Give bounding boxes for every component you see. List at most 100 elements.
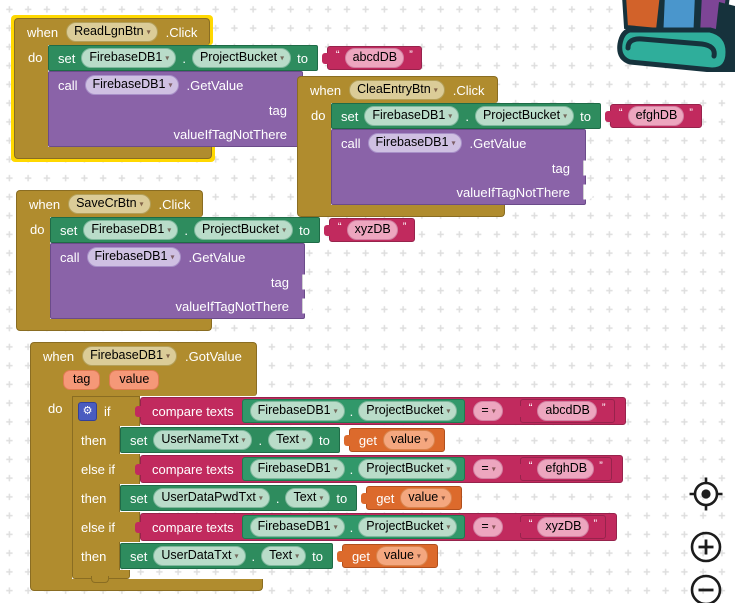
set-projectbucket-block[interactable]: set FirebaseDB1 ▾ . ProjectBucket ▾ to [50, 217, 320, 243]
param-label: tag [268, 102, 287, 118]
text-string-block[interactable]: “ abcdDB ” [321, 46, 422, 70]
property-getter-block[interactable]: FirebaseDB1 ▾ . ProjectBucket ▾ [241, 399, 466, 423]
mutator-gear-icon[interactable]: ⚙ [78, 402, 97, 421]
if-else-block[interactable]: ⚙ if compare texts FirebaseDB1 ▾ . Proje… [72, 396, 626, 583]
text-value-field[interactable]: abcdDB [537, 401, 597, 421]
set-label: set [130, 548, 148, 564]
set-projectbucket-block[interactable]: set FirebaseDB1 ▾ . ProjectBucket ▾ to [48, 45, 318, 71]
close-quote-icon: ” [599, 460, 603, 472]
empty-socket[interactable] [583, 184, 593, 200]
compare-texts-label: compare texts [152, 519, 234, 535]
component-dropdown[interactable]: UserNameTxt ▾ [153, 430, 253, 450]
get-variable-block[interactable]: get value ▾ [343, 428, 445, 452]
variable-dropdown[interactable]: value ▾ [382, 430, 435, 450]
property-dropdown[interactable]: ProjectBucket ▾ [358, 401, 458, 421]
property-dropdown[interactable]: Text ▾ [285, 488, 331, 508]
when-firebasedb1-gotvalue-block[interactable]: when FirebaseDB1 ▾ .GotValue tag value d… [30, 342, 626, 591]
text-string-block[interactable]: “ efghDB ” [514, 457, 612, 481]
compare-texts-block[interactable]: compare texts FirebaseDB1 ▾ . ProjectBuc… [134, 513, 618, 541]
event-component-dropdown[interactable]: CleaEntryBtn ▾ [349, 80, 445, 100]
event-component-dropdown[interactable]: ReadLgnBtn ▾ [66, 22, 158, 42]
text-string-block[interactable]: “ abcdDB ” [514, 399, 615, 423]
component-dropdown[interactable]: UserDataPwdTxt ▾ [153, 488, 270, 508]
component-dropdown[interactable]: FirebaseDB1 ▾ [367, 133, 463, 153]
zoom-in-button[interactable] [690, 531, 722, 563]
event-param-tag[interactable]: tag [63, 370, 101, 390]
event-param-value[interactable]: value [109, 370, 160, 390]
call-getvalue-block[interactable]: call FirebaseDB1 ▾ .GetValue tag valueIf… [48, 71, 310, 147]
component-dropdown[interactable]: FirebaseDB1 ▾ [81, 48, 177, 68]
when-label: when [27, 24, 59, 40]
compare-texts-block[interactable]: compare texts FirebaseDB1 ▾ . ProjectBuc… [135, 455, 623, 483]
property-getter-block[interactable]: FirebaseDB1 ▾ . ProjectBucket ▾ [241, 515, 466, 539]
component-dropdown[interactable]: FirebaseDB1 ▾ [83, 220, 179, 240]
chevron-down-icon: ▾ [168, 80, 173, 90]
property-dropdown[interactable]: ProjectBucket ▾ [191, 48, 292, 68]
get-variable-block[interactable]: get value ▾ [361, 486, 463, 510]
zoom-out-button[interactable] [690, 574, 722, 603]
property-dropdown[interactable]: Text ▾ [268, 430, 314, 450]
text-value: abcdDB [352, 50, 398, 64]
variable-dropdown[interactable]: value ▾ [400, 488, 453, 508]
get-variable-block[interactable]: get value ▾ [336, 544, 438, 568]
text-value: abcdDB [545, 403, 590, 417]
then-label-cell: then [72, 542, 120, 570]
text-string-block[interactable]: “ xyzDB ” [514, 515, 607, 539]
component-dropdown[interactable]: FirebaseDB1 ▾ [249, 459, 345, 479]
backpack-icon[interactable] [616, 0, 735, 72]
text-value-field[interactable]: efghDB [537, 459, 595, 479]
operator-dropdown[interactable]: = ▾ [473, 401, 503, 421]
text-string-block[interactable]: “ xyzDB ” [323, 218, 416, 242]
open-quote-icon: “ [335, 49, 340, 61]
property-dropdown[interactable]: ProjectBucket ▾ [358, 517, 458, 537]
text-string-block[interactable]: “ efghDB ” [604, 104, 702, 128]
text-value-field[interactable]: efghDB [627, 106, 685, 126]
event-name-label: .GotValue [185, 348, 242, 364]
component-name: FirebaseDB1 [89, 50, 163, 64]
event-block-header[interactable]: when CleaEntryBtn ▾ .Click [297, 76, 498, 103]
compare-texts-block[interactable]: compare texts FirebaseDB1 ▾ . ProjectBuc… [135, 397, 626, 425]
event-block-header[interactable]: when SaveCrBtn ▾ .Click [16, 190, 204, 217]
component-dropdown[interactable]: UserDataTxt ▾ [153, 546, 246, 566]
property-name: ProjectBucket [201, 222, 280, 236]
property-name: ProjectBucket [366, 403, 444, 417]
when-savecrbtn-click-block[interactable]: when SaveCrBtn ▾ .Click do set FirebaseD… [16, 190, 416, 331]
event-component-dropdown[interactable]: FirebaseDB1 ▾ [82, 346, 178, 366]
event-name-label: .Click [452, 82, 485, 98]
when-label: when [310, 82, 342, 98]
event-block-header[interactable]: when ReadLgnBtn ▾ .Click [14, 18, 211, 45]
empty-socket[interactable] [302, 298, 312, 314]
event-component-dropdown[interactable]: SaveCrBtn ▾ [68, 194, 151, 214]
blocks-workspace[interactable]: when ReadLgnBtn ▾ .Click do set Firebase… [0, 0, 735, 603]
variable-dropdown[interactable]: value ▾ [376, 546, 428, 566]
operator-dropdown[interactable]: = ▾ [473, 517, 503, 537]
component-dropdown[interactable]: FirebaseDB1 ▾ [249, 401, 345, 421]
component-dropdown[interactable]: FirebaseDB1 ▾ [84, 75, 180, 95]
text-value-field[interactable]: xyzDB [537, 517, 589, 537]
text-value-field[interactable]: abcdDB [344, 48, 405, 68]
property-dropdown[interactable]: ProjectBucket ▾ [358, 459, 458, 479]
empty-socket[interactable] [583, 160, 593, 176]
to-label: to [336, 490, 348, 506]
text-value-field[interactable]: xyzDB [346, 220, 398, 240]
property-dropdown[interactable]: Text ▾ [261, 546, 307, 566]
set-text-block[interactable]: set UserDataTxt ▾ . Text ▾ to [120, 543, 333, 569]
property-dropdown[interactable]: ProjectBucket ▾ [193, 220, 294, 240]
empty-socket[interactable] [302, 274, 312, 290]
component-dropdown[interactable]: FirebaseDB1 ▾ [249, 517, 345, 537]
set-text-block[interactable]: set UserNameTxt ▾ . Text ▾ to [120, 427, 340, 453]
component-dropdown[interactable]: FirebaseDB1 ▾ [86, 247, 182, 267]
operator-dropdown[interactable]: = ▾ [473, 459, 503, 479]
set-text-block[interactable]: set UserDataPwdTxt ▾ . Text ▾ to [120, 485, 358, 511]
event-block-header[interactable]: when FirebaseDB1 ▾ .GotValue tag value [30, 342, 257, 396]
recenter-blocks-button[interactable] [689, 477, 723, 511]
property-dropdown[interactable]: ProjectBucket ▾ [474, 106, 575, 126]
call-getvalue-block[interactable]: call FirebaseDB1 ▾ .GetValue tag valueIf… [50, 243, 312, 319]
set-projectbucket-block[interactable]: set FirebaseDB1 ▾ . ProjectBucket ▾ to [331, 103, 601, 129]
property-getter-block[interactable]: FirebaseDB1 ▾ . ProjectBucket ▾ [241, 457, 466, 481]
component-dropdown[interactable]: FirebaseDB1 ▾ [364, 106, 460, 126]
component-name: FirebaseDB1 [375, 135, 449, 149]
chevron-down-icon: ▾ [491, 464, 496, 474]
operator: = [481, 403, 489, 417]
close-quote-icon: ” [689, 107, 693, 119]
